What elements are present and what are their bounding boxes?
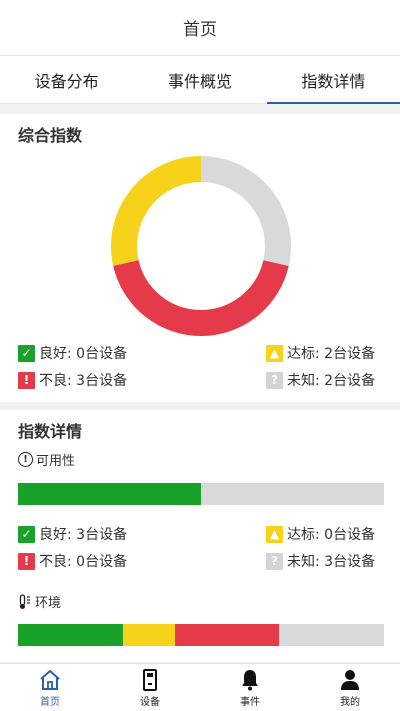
user-icon bbox=[341, 669, 359, 690]
tab-device-distribution[interactable]: 设备分布 bbox=[0, 56, 133, 103]
legend-unknown-label: 未知: 3台设备 bbox=[287, 554, 376, 570]
home-icon bbox=[40, 669, 60, 690]
exclamation-icon: ! bbox=[18, 371, 35, 389]
bottom-nav: 首页 设备 事件 我的 bbox=[0, 663, 400, 711]
tab-label: 指数详情 bbox=[301, 71, 366, 91]
availability-label-text: 可用性 bbox=[36, 454, 76, 469]
bar-segment-standard bbox=[122, 624, 175, 646]
tab-label: 设备分布 bbox=[34, 71, 99, 91]
exclamation-icon: ! bbox=[18, 552, 35, 570]
nav-mine[interactable]: 我的 bbox=[300, 664, 400, 711]
tab-label: 事件概览 bbox=[167, 71, 232, 91]
environment-bar bbox=[18, 624, 384, 646]
legend-good-label: 良好: 0台设备 bbox=[39, 346, 128, 362]
check-icon: ✓ bbox=[18, 344, 35, 362]
legend-bad-label: 不良: 0台设备 bbox=[39, 554, 128, 570]
bar-segment-good bbox=[18, 624, 123, 646]
legend-unknown-label: 未知: 2台设备 bbox=[287, 373, 376, 389]
tab-index-details[interactable]: 指数详情 bbox=[266, 56, 400, 104]
legend-standard-label: 达标: 0台设备 bbox=[287, 527, 376, 543]
legend-bad-label: 不良: 3台设备 bbox=[39, 373, 128, 389]
legend-standard: ▲ 达标: 2台设备 bbox=[266, 343, 375, 363]
legend-good: ✓ 良好: 0台设备 bbox=[18, 343, 127, 363]
tab-event-overview[interactable]: 事件概览 bbox=[133, 56, 266, 103]
bell-icon bbox=[242, 669, 258, 690]
bar-segment-unknown bbox=[279, 624, 384, 646]
device-icon bbox=[143, 668, 157, 691]
environment-label: 环境 bbox=[18, 592, 61, 611]
nav-event[interactable]: 事件 bbox=[200, 664, 300, 711]
nav-label: 设备 bbox=[140, 696, 160, 708]
availability-legend-unknown: ? 未知: 3台设备 bbox=[266, 551, 375, 571]
thermometer-icon bbox=[19, 593, 30, 609]
availability-bar bbox=[18, 483, 384, 505]
nav-home[interactable]: 首页 bbox=[0, 664, 100, 711]
exclamation-circle-icon: ! bbox=[18, 452, 33, 467]
bar-segment-bad bbox=[174, 624, 280, 646]
tab-bar: 设备分布 事件概览 指数详情 bbox=[0, 56, 400, 104]
page-title: 首页 bbox=[183, 20, 217, 40]
question-icon: ? bbox=[266, 552, 283, 570]
availability-legend-bad: ! 不良: 0台设备 bbox=[18, 551, 127, 571]
index-details-card: 指数详情 ! 可用性 ✓ 良好: 3台设备 ▲ 达标: 0台设备 ! 不良: 0… bbox=[0, 410, 400, 662]
availability-legend-good: ✓ 良好: 3台设备 bbox=[18, 524, 127, 544]
nav-label: 首页 bbox=[40, 696, 60, 708]
legend-bad: ! 不良: 3台设备 bbox=[18, 370, 127, 390]
header-bar: 首页 bbox=[0, 0, 400, 56]
legend-standard-label: 达标: 2台设备 bbox=[287, 346, 376, 362]
nav-label: 我的 bbox=[340, 696, 360, 708]
bar-segment-good bbox=[18, 483, 201, 505]
composite-donut-chart bbox=[111, 156, 291, 336]
availability-label: ! 可用性 bbox=[18, 450, 75, 469]
composite-index-card: 综合指数 ✓ 良好: 0台设备 ▲ 达标: 2台设备 ! 不良: 3台设备 ? … bbox=[0, 114, 400, 402]
warning-triangle-icon: ▲ bbox=[266, 344, 283, 362]
bar-segment-unknown bbox=[201, 483, 384, 505]
legend-unknown: ? 未知: 2台设备 bbox=[266, 370, 375, 390]
availability-legend-standard: ▲ 达标: 0台设备 bbox=[266, 524, 375, 544]
check-icon: ✓ bbox=[18, 525, 35, 543]
legend-good-label: 良好: 3台设备 bbox=[39, 527, 128, 543]
warning-triangle-icon: ▲ bbox=[266, 525, 283, 543]
nav-device[interactable]: 设备 bbox=[100, 664, 200, 711]
environment-label-text: 环境 bbox=[35, 596, 62, 611]
nav-label: 事件 bbox=[240, 696, 260, 708]
section-title: 综合指数 bbox=[18, 126, 83, 145]
question-icon: ? bbox=[266, 371, 283, 389]
section-title: 指数详情 bbox=[18, 422, 83, 441]
